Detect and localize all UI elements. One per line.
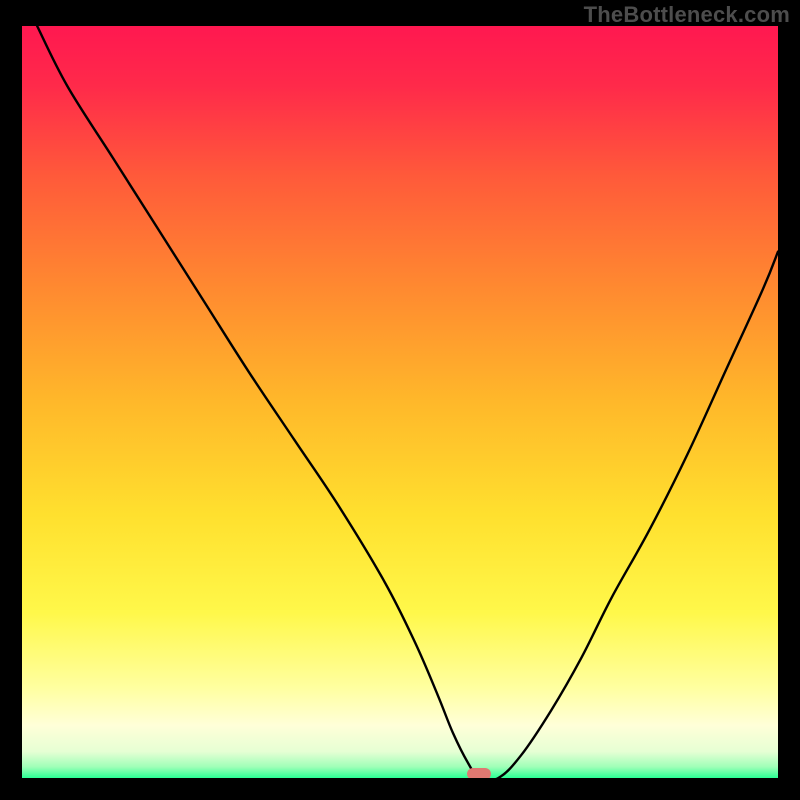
- watermark-text: TheBottleneck.com: [584, 2, 790, 28]
- chart-frame: TheBottleneck.com: [0, 0, 800, 800]
- minimum-marker: [467, 768, 491, 778]
- bottleneck-curve: [22, 26, 778, 778]
- plot-area: [22, 26, 778, 778]
